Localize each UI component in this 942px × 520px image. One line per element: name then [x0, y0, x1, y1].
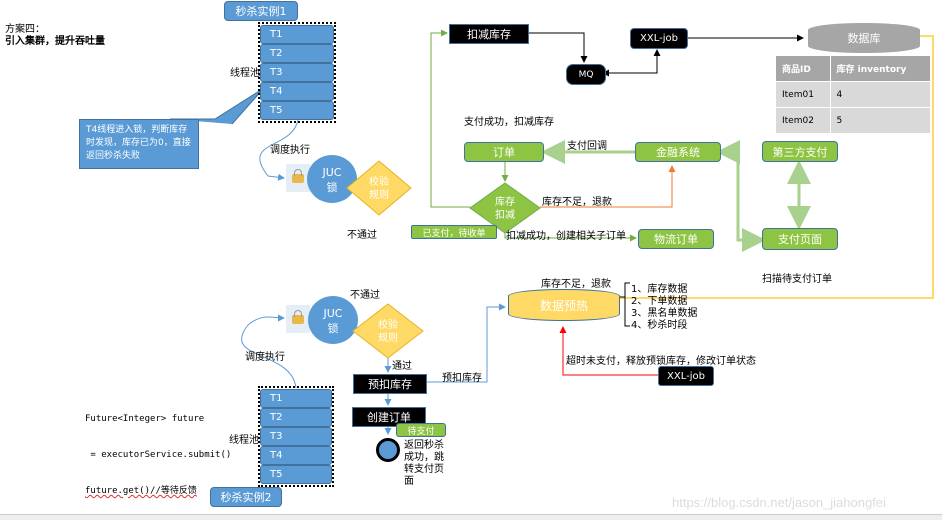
instance2-pass-label: 通过 — [392, 361, 412, 372]
preheat-bracket — [624, 282, 630, 327]
svg-text:规则: 规则 — [378, 331, 398, 344]
scan-pending-label: 扫描待支付订单 — [762, 274, 832, 285]
inventory-table: 商品ID 库存 inventory Item01 4 Item02 5 — [775, 55, 932, 134]
instance2-rule-diamond: 校验 规则 — [352, 303, 424, 359]
thread-t5: T5 — [260, 101, 334, 120]
instance1-pool-label: 线程池 — [230, 68, 260, 79]
table-header: 库存 inventory — [829, 55, 932, 82]
svg-text:校验: 校验 — [369, 175, 389, 188]
instance1-label: 秒杀实例1 — [224, 1, 298, 21]
instance2-schedule-label: 调度执行 — [245, 352, 285, 363]
edge-timeout — [559, 326, 658, 376]
insufficient-refund-label: 库存不足，退款 — [542, 197, 612, 208]
table-row: Item02 5 — [775, 107, 932, 134]
end-node-icon — [376, 438, 400, 462]
svg-text:校验: 校验 — [378, 318, 398, 331]
paid-pending-badge: 已支付，待收单 — [411, 225, 497, 239]
deduct-stock-box: 扣减库存 — [449, 24, 529, 44]
logistics-order-box: 物流订单 — [638, 229, 714, 249]
thread-t2: T2 — [260, 44, 334, 63]
pre-deduct-box: 预扣库存 — [353, 374, 427, 394]
title-line2: 引入集群，提升吞吐量 — [5, 36, 105, 47]
thread-t4: T4 — [260, 82, 334, 101]
prededuct-edge-label: 预扣库存 — [442, 373, 482, 384]
pay-success-label: 支付成功，扣减库存 — [464, 117, 554, 128]
database-cylinder: 数据库 — [808, 23, 920, 53]
thread-t4: T4 — [260, 446, 332, 465]
edge-finance-paypage — [736, 152, 766, 252]
instance2-lock-bg — [286, 305, 310, 333]
thread-t1: T1 — [260, 389, 332, 408]
edge-mq-xxljob — [607, 49, 661, 74]
svg-text:扣减: 扣减 — [495, 208, 515, 221]
deduct-success-label: 扣减成功，创建相关子订单 — [506, 231, 626, 242]
instance1-schedule-label: 调度执行 — [270, 145, 310, 156]
pending-pay-badge: 待支付 — [396, 423, 446, 437]
instance2-fail-label: 不通过 — [350, 290, 380, 301]
instance1-fail-label: 不通过 — [347, 230, 377, 241]
mq-queue: MQ — [566, 64, 606, 85]
xxl-job-top: XXL-job — [630, 28, 688, 49]
timeout-label: 超时未支付，释放预锁库存，修改订单状态 — [566, 356, 756, 367]
instance1-rule-diamond: 校验 规则 — [346, 160, 412, 216]
return-text: 返回秒杀 成功，跳 转支付页 面 — [404, 440, 444, 487]
data-preheat-cylinder: 数据预热 — [508, 289, 620, 321]
thread-t2: T2 — [260, 408, 332, 427]
xxl-job-bottom: XXL-job — [658, 366, 714, 386]
thread-t3: T3 — [260, 427, 332, 446]
bottom-scrollbar[interactable] — [0, 514, 942, 520]
instance2-juc-lock: JUC 锁 — [308, 296, 358, 344]
order-box: 订单 — [464, 142, 544, 162]
table-header: 商品ID — [775, 55, 831, 82]
instance1-thread-pool: T1 T2 T3 T4 T5 — [258, 22, 336, 123]
instance2-thread-pool: T1 T2 T3 T4 T5 — [258, 386, 334, 487]
thread-t5: T5 — [260, 465, 332, 484]
svg-text:规则: 规则 — [369, 188, 389, 201]
pay-callback-label: 支付回调 — [567, 141, 607, 152]
preheat-item-4: 4、秒杀时段 — [631, 320, 688, 331]
preheat-top-label: 库存不足，退款 — [541, 279, 611, 290]
thread-t3: T3 — [260, 63, 334, 82]
watermark: https://blog.csdn.net/jason_jiahongfei — [672, 495, 886, 510]
instance2-label: 秒杀实例2 — [210, 487, 282, 507]
instance2-pool-label: 线程池 — [229, 435, 259, 446]
third-party-pay-box: 第三方支付 — [762, 141, 838, 162]
table-row: Item01 4 — [775, 81, 932, 108]
pay-page-box: 支付页面 — [762, 228, 838, 250]
svg-text:库存: 库存 — [495, 195, 515, 208]
instance1-callout: T4线程进入锁，判断库存时发现，库存已为0，直接返回秒杀失败 — [79, 119, 199, 169]
thread-t1: T1 — [260, 25, 334, 44]
edge-deduct-mq — [527, 32, 588, 63]
finance-system-box: 金融系统 — [635, 142, 721, 162]
